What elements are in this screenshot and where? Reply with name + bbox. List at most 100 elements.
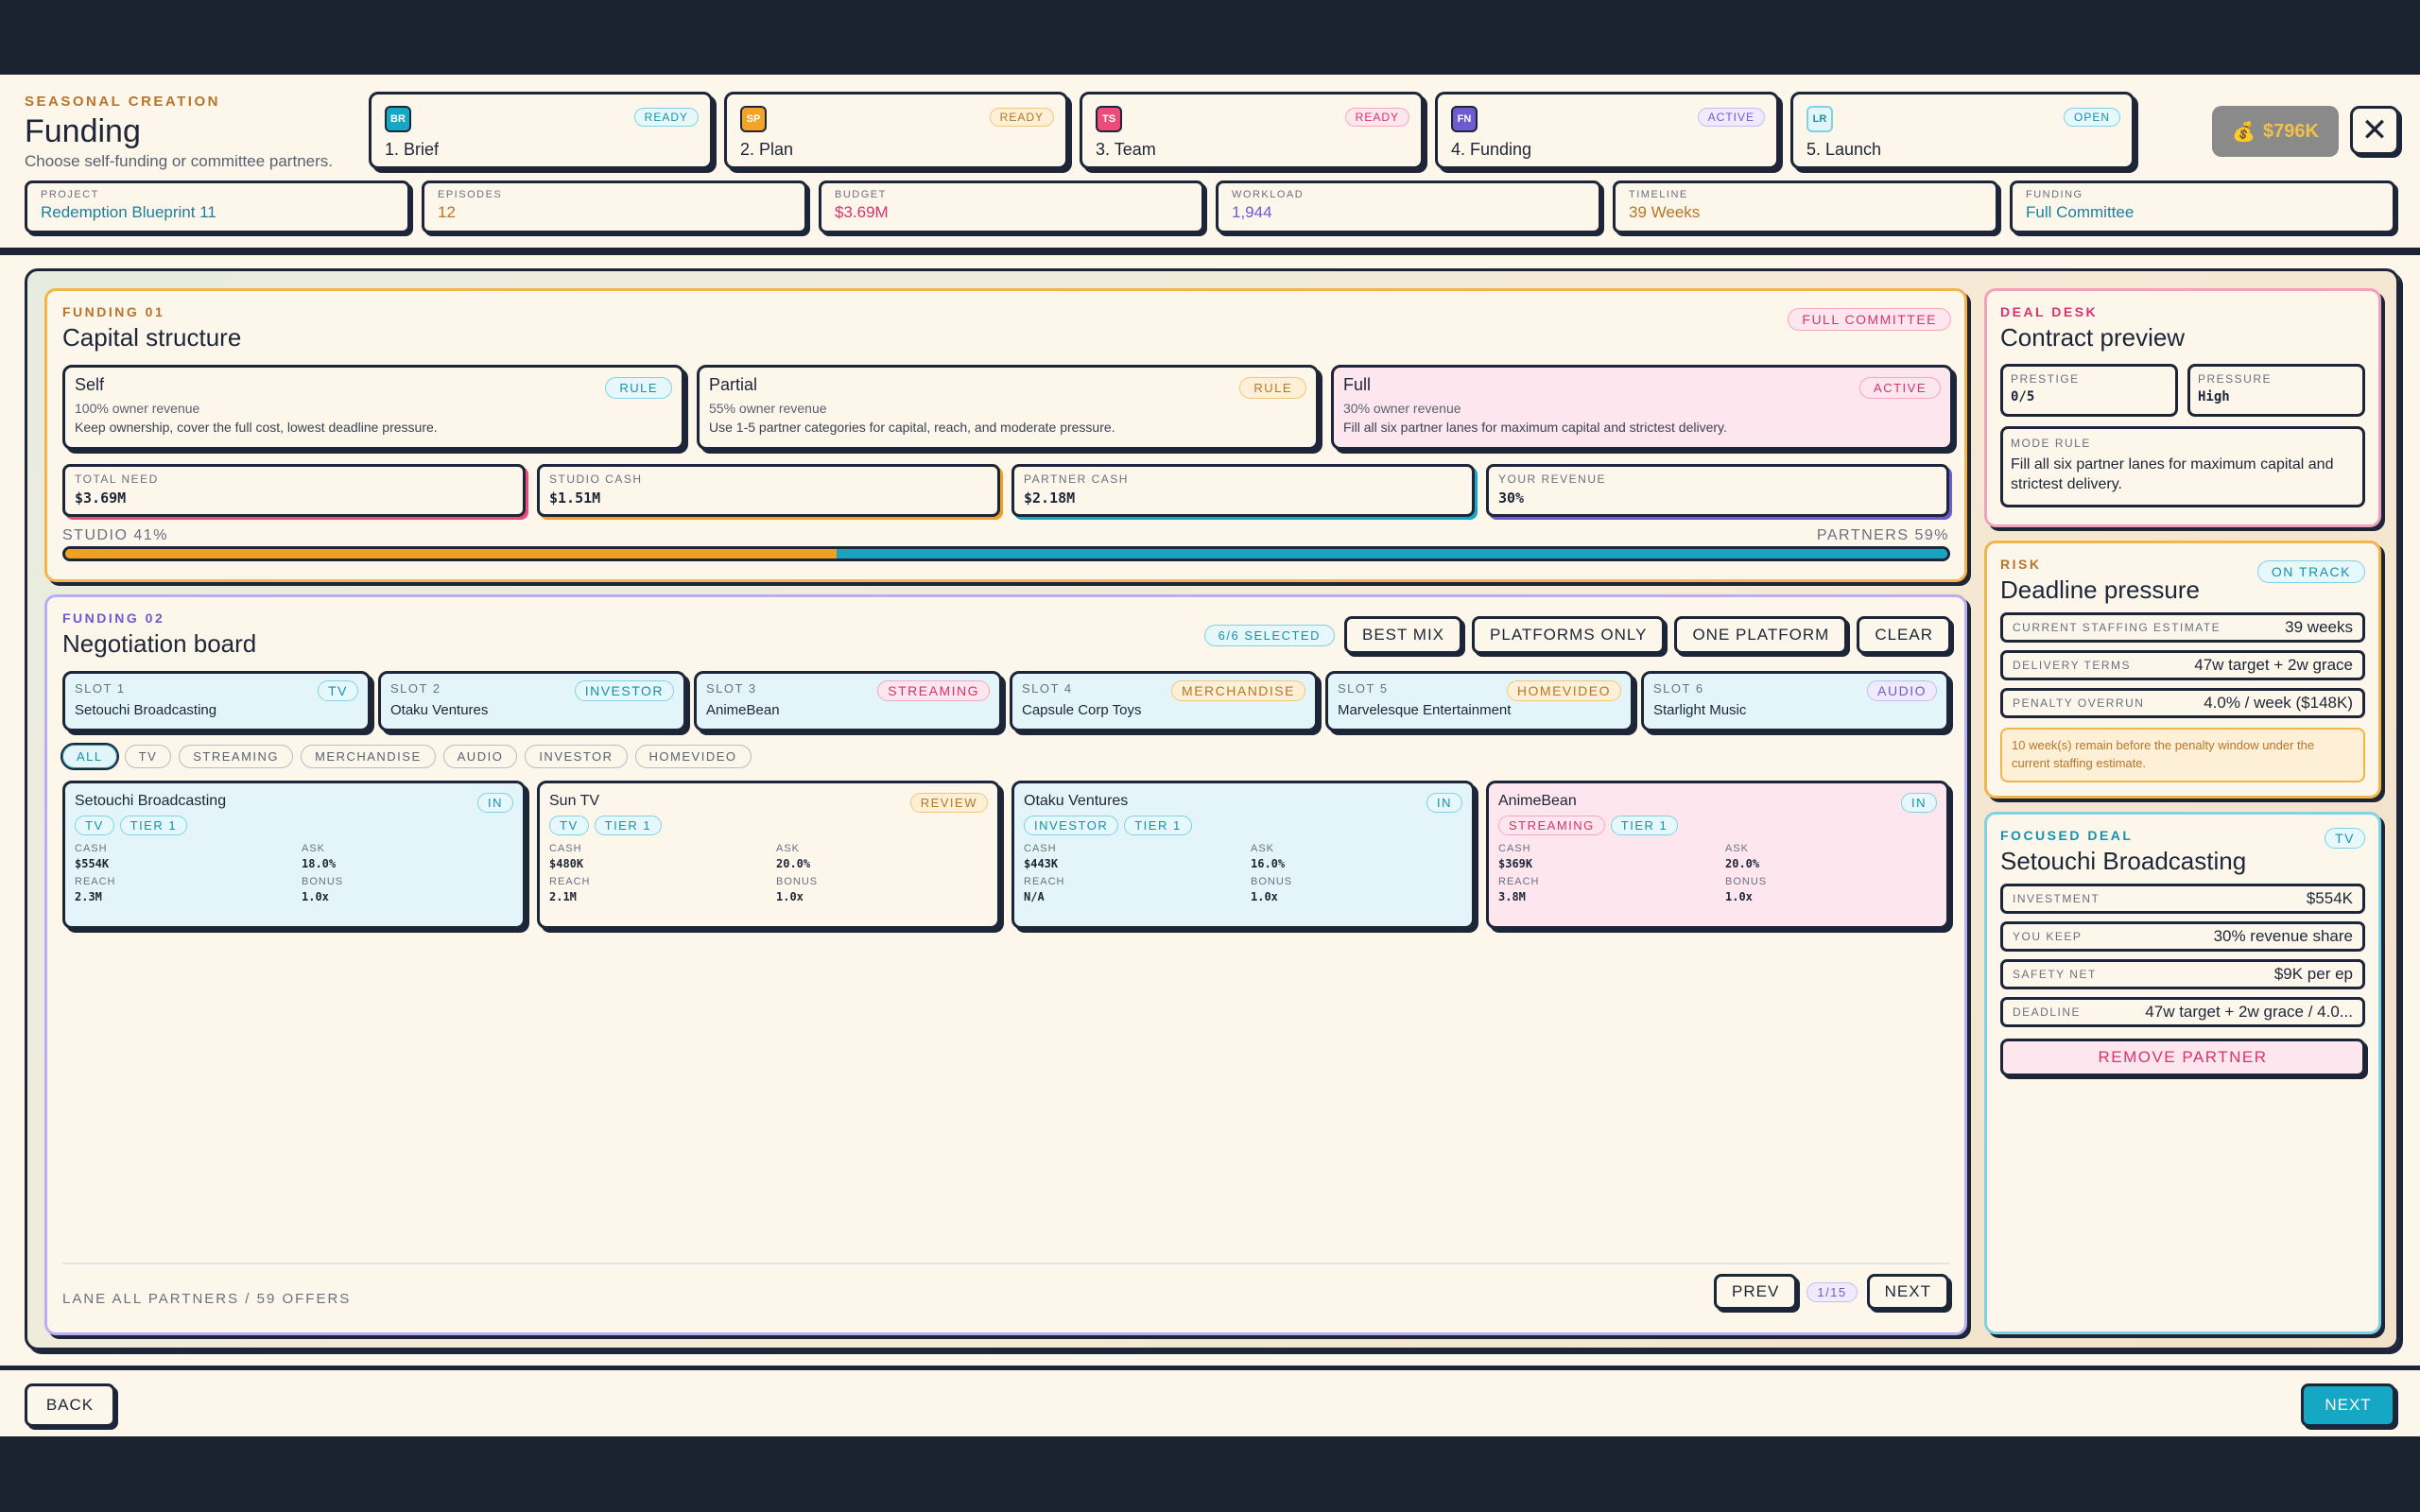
bottom-bar: BACK NEXT — [0, 1366, 2420, 1436]
partner-slot-6[interactable]: SLOT 6 Starlight Music AUDIO — [1641, 671, 1949, 731]
summary-fields: PROJECT Redemption Blueprint 11 EPISODES 12… — [25, 180, 2395, 233]
mode-tag: RULE — [605, 377, 672, 399]
term-label: REACH — [549, 876, 591, 887]
step-tab-1[interactable]: BR 1. Brief READY — [369, 92, 713, 169]
offer-card[interactable]: Otaku Ventures INVESTOR TIER 1 IN CASH $443K A… — [1011, 781, 1475, 929]
filter-all[interactable]: ALL — [60, 743, 119, 770]
capital-stat: TOTAL NEED $3.69M — [62, 464, 526, 517]
term-label: REACH — [1498, 876, 1540, 887]
offer-tag: TIER 1 — [1610, 816, 1679, 835]
term-value: 1.0x — [302, 890, 329, 903]
term-label: ASK — [776, 843, 801, 854]
offer-term-cash: CASH $369K — [1498, 843, 1725, 870]
focus-lane-badge: TV — [2325, 828, 2365, 849]
focus-eyebrow: FOCUSED DEAL — [2000, 828, 2134, 843]
partner-slot-5[interactable]: SLOT 5 Marvelesque Entertainment HOMEVIDEO — [1325, 671, 1634, 731]
partner-slot-2[interactable]: SLOT 2 Otaku Ventures INVESTOR — [378, 671, 686, 731]
deal-desk-panel: DEAL DESK Contract preview PRESTIGE 0/5 … — [1984, 288, 2381, 527]
next-button[interactable]: NEXT — [2301, 1383, 2395, 1427]
offer-term-bonus: BONUS 1.0x — [302, 876, 528, 903]
partner-slot-1[interactable]: SLOT 1 Setouchi Broadcasting TV — [62, 671, 371, 731]
step-tab-5[interactable]: LR 5. Launch OPEN — [1790, 92, 2135, 169]
prestige-box: PRESTIGE 0/5 — [2000, 364, 2178, 417]
offer-tag: TIER 1 — [119, 816, 188, 835]
offer-partner-name: Setouchi Broadcasting — [75, 793, 227, 809]
term-value: $369K — [1498, 857, 1533, 870]
stat-value: $2.18M — [1024, 490, 1076, 507]
filter-audio[interactable]: AUDIO — [442, 745, 518, 768]
offer-tag: TIER 1 — [594, 816, 663, 835]
back-button[interactable]: BACK — [25, 1383, 115, 1427]
action-one-platform-button[interactable]: ONE PLATFORM — [1674, 616, 1848, 654]
field-value: Full Committee — [2026, 203, 2135, 221]
capital-stat: STUDIO CASH $1.51M — [537, 464, 1000, 517]
capital-title: Capital structure — [62, 323, 242, 352]
offer-card[interactable]: AnimeBean STREAMING TIER 1 IN CASH $369K ASK 20… — [1486, 781, 1949, 929]
summary-field-workload: WORKLOAD 1,944 — [1216, 180, 1601, 233]
filter-homevideo[interactable]: HOMEVIDEO — [634, 745, 752, 768]
field-label: BUDGET — [835, 189, 887, 200]
term-label: ASK — [1251, 843, 1275, 854]
cash-value: $796K — [2262, 120, 2319, 142]
stat-label: STUDIO CASH — [549, 472, 643, 486]
term-value: 20.0% — [1725, 857, 1760, 870]
field-label: FUNDING — [2026, 189, 2083, 200]
term-value: 2.1M — [549, 890, 577, 903]
step-tab-2[interactable]: SP 2. Plan READY — [724, 92, 1068, 169]
remove-partner-button[interactable]: REMOVE PARTNER — [2000, 1039, 2365, 1076]
step-status: OPEN — [2063, 108, 2120, 127]
step-tab-3[interactable]: TS 3. Team READY — [1080, 92, 1424, 169]
filter-streaming[interactable]: STREAMING — [179, 745, 294, 768]
share-bar — [62, 546, 1950, 561]
filter-tv[interactable]: TV — [124, 745, 172, 768]
mode-tag: RULE — [1239, 377, 1306, 399]
mode-rule-label: MODE RULE — [2011, 437, 2091, 450]
funding-mode-full[interactable]: Full 30% owner revenue Fill all six partne… — [1331, 365, 1953, 450]
pressure-box: PRESSURE High — [2187, 364, 2365, 417]
funding-mode-partial[interactable]: Partial 55% owner revenue Use 1-5 partner … — [697, 365, 1319, 450]
partner-slot-3[interactable]: SLOT 3 AnimeBean STREAMING — [694, 671, 1002, 731]
filter-investor[interactable]: INVESTOR — [525, 745, 628, 768]
offer-tag: INVESTOR — [1024, 816, 1119, 835]
slot-partner-name: Starlight Music — [1653, 702, 1747, 718]
step-badge: TS — [1096, 106, 1122, 132]
filter-merchandise[interactable]: MERCHANDISE — [301, 745, 436, 768]
next-page-button[interactable]: NEXT — [1866, 1274, 1949, 1310]
focus-row-label: INVESTMENT — [2013, 892, 2100, 905]
field-label: TIMELINE — [1629, 189, 1688, 200]
action-platforms-only-button[interactable]: PLATFORMS ONLY — [1472, 616, 1666, 654]
action-clear-button[interactable]: CLEAR — [1857, 616, 1951, 654]
committee-badge: FULL COMMITTEE — [1788, 308, 1951, 331]
offer-status-badge: IN — [477, 793, 513, 813]
step-tab-4[interactable]: FN 4. Funding ACTIVE — [1435, 92, 1779, 169]
offer-card[interactable]: Sun TV TV TIER 1 REVIEW CASH $480K ASK 20.0% REA… — [537, 781, 1000, 929]
funding-mode-self[interactable]: Self 100% owner revenue Keep ownership, co… — [62, 365, 684, 450]
pressure-value: High — [2198, 389, 2230, 404]
prestige-value: 0/5 — [2011, 389, 2035, 404]
term-value: $480K — [549, 857, 584, 870]
close-button[interactable]: ✕ — [2350, 106, 2399, 155]
partner-slot-4[interactable]: SLOT 4 Capsule Corp Toys MERCHANDISE — [1010, 671, 1318, 731]
offer-status-badge: IN — [1426, 793, 1462, 813]
slot-lane-tag: TV — [318, 680, 358, 701]
negotiation-board-panel: FUNDING 02 Negotiation board 6/6 SELECTE… — [44, 594, 1967, 1335]
prev-page-button[interactable]: PREV — [1714, 1274, 1798, 1310]
risk-row-label: PENALTY OVERRUN — [2013, 696, 2145, 710]
term-value: 16.0% — [1251, 857, 1286, 870]
step-label: 3. Team — [1096, 140, 1156, 159]
focus-row: DEADLINE 47w target + 2w grace / 4.0... — [2000, 997, 2365, 1027]
mode-share: 55% owner revenue — [709, 401, 827, 416]
risk-row-value: 4.0% / week ($148K) — [2204, 694, 2353, 712]
offer-term-reach: REACH N/A — [1024, 876, 1251, 903]
term-value: 3.8M — [1498, 890, 1526, 903]
term-label: BONUS — [776, 876, 819, 887]
field-value: Redemption Blueprint 11 — [41, 203, 216, 221]
stat-label: YOUR REVENUE — [1498, 472, 1607, 486]
stat-value: 30% — [1498, 490, 1525, 507]
cash-display[interactable]: 💰 $796K — [2212, 106, 2339, 157]
action-best-mix-button[interactable]: BEST MIX — [1343, 616, 1463, 654]
risk-row: CURRENT STAFFING ESTIMATE 39 weeks — [2000, 612, 2365, 643]
offer-card[interactable]: Setouchi Broadcasting TV TIER 1 IN CASH $554K… — [62, 781, 526, 929]
summary-field-timeline: TIMELINE 39 Weeks — [1613, 180, 1998, 233]
deal-metrics: PRESTIGE 0/5 PRESSURE High — [2000, 364, 2365, 417]
